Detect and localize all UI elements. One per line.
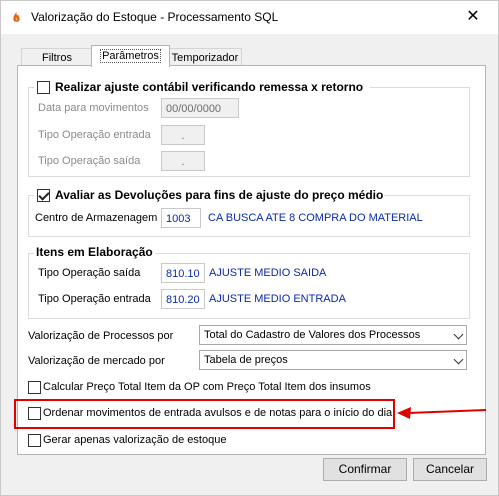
elaboracao-title: Itens em Elaboração xyxy=(34,245,155,259)
ajuste-entrada-label: Tipo Operação entrada xyxy=(38,129,151,141)
devolucoes-label: Avaliar as Devoluções para fins de ajust… xyxy=(55,188,384,202)
elaboracao-group xyxy=(28,253,470,319)
ajuste-saida-label: Tipo Operação saída xyxy=(38,155,141,167)
ordenar-label: Ordenar movimentos de entrada avulsos e … xyxy=(43,407,393,419)
dialog-window: Valorização do Estoque - Processamento S… xyxy=(0,0,499,496)
tab-parametros[interactable]: Parâmetros xyxy=(91,45,170,67)
cancel-button[interactable]: Cancelar xyxy=(413,458,487,481)
elaboracao-saida-description: AJUSTE MEDIO SAIDA xyxy=(209,267,327,279)
tab-label: Temporizador xyxy=(171,52,239,64)
elaboracao-saida-field[interactable]: 810.10 xyxy=(161,263,205,283)
mercado-label: Valorização de mercado por xyxy=(28,355,165,367)
ajuste-checkbox[interactable] xyxy=(37,81,50,94)
tab-label: Parâmetros xyxy=(100,49,161,63)
window-title: Valorização do Estoque - Processamento S… xyxy=(31,10,279,24)
confirm-button[interactable]: Confirmar xyxy=(323,458,407,481)
processos-label: Valorização de Processos por xyxy=(28,330,174,342)
gerar-checkbox[interactable] xyxy=(28,434,41,447)
ajuste-label: Realizar ajuste contábil verificando rem… xyxy=(55,80,364,94)
calcular-checkbox[interactable] xyxy=(28,381,41,394)
data-movimentos-label: Data para movimentos xyxy=(38,102,149,114)
data-movimentos-field[interactable]: 00/00/0000 xyxy=(161,98,239,118)
mercado-select[interactable]: Tabela de preços xyxy=(199,350,467,370)
processos-selected-value: Total do Cadastro de Valores dos Process… xyxy=(204,329,421,341)
cancel-label: Cancelar xyxy=(425,462,475,476)
devolucoes-checkbox[interactable] xyxy=(37,189,50,202)
ajuste-header: Realizar ajuste contábil verificando rem… xyxy=(34,79,370,95)
elaboracao-saida-label: Tipo Operação saída xyxy=(38,267,141,279)
tab-label: Filtros xyxy=(42,52,72,64)
gerar-label: Gerar apenas valorização de estoque xyxy=(43,434,227,446)
app-flame-icon xyxy=(10,11,23,24)
devolucoes-header: Avaliar as Devoluções para fins de ajust… xyxy=(34,187,384,203)
ajuste-entrada-field[interactable]: . xyxy=(161,125,205,145)
close-icon: ✕ xyxy=(466,8,480,25)
centro-description: CA BUSCA ATE 8 COMPRA DO MATERIAL xyxy=(208,212,423,224)
chevron-down-icon xyxy=(453,354,464,365)
title-bar: Valorização do Estoque - Processamento S… xyxy=(1,1,498,34)
ajuste-saida-field[interactable]: . xyxy=(161,151,205,171)
processos-select[interactable]: Total do Cadastro de Valores dos Process… xyxy=(199,325,467,345)
calcular-label: Calcular Preço Total Item da OP com Preç… xyxy=(43,381,371,393)
centro-label: Centro de Armazenagem xyxy=(35,212,158,224)
ordenar-checkbox[interactable] xyxy=(28,407,41,420)
elaboracao-entrada-description: AJUSTE MEDIO ENTRADA xyxy=(209,293,346,305)
elaboracao-entrada-field[interactable]: 810.20 xyxy=(161,289,205,309)
close-button[interactable]: ✕ xyxy=(453,5,493,29)
mercado-selected-value: Tabela de preços xyxy=(204,354,288,366)
red-arrow-icon xyxy=(397,407,487,419)
elaboracao-entrada-label: Tipo Operação entrada xyxy=(38,293,151,305)
centro-field[interactable]: 1003 xyxy=(161,208,201,228)
confirm-label: Confirmar xyxy=(338,462,392,476)
chevron-down-icon xyxy=(453,329,464,340)
